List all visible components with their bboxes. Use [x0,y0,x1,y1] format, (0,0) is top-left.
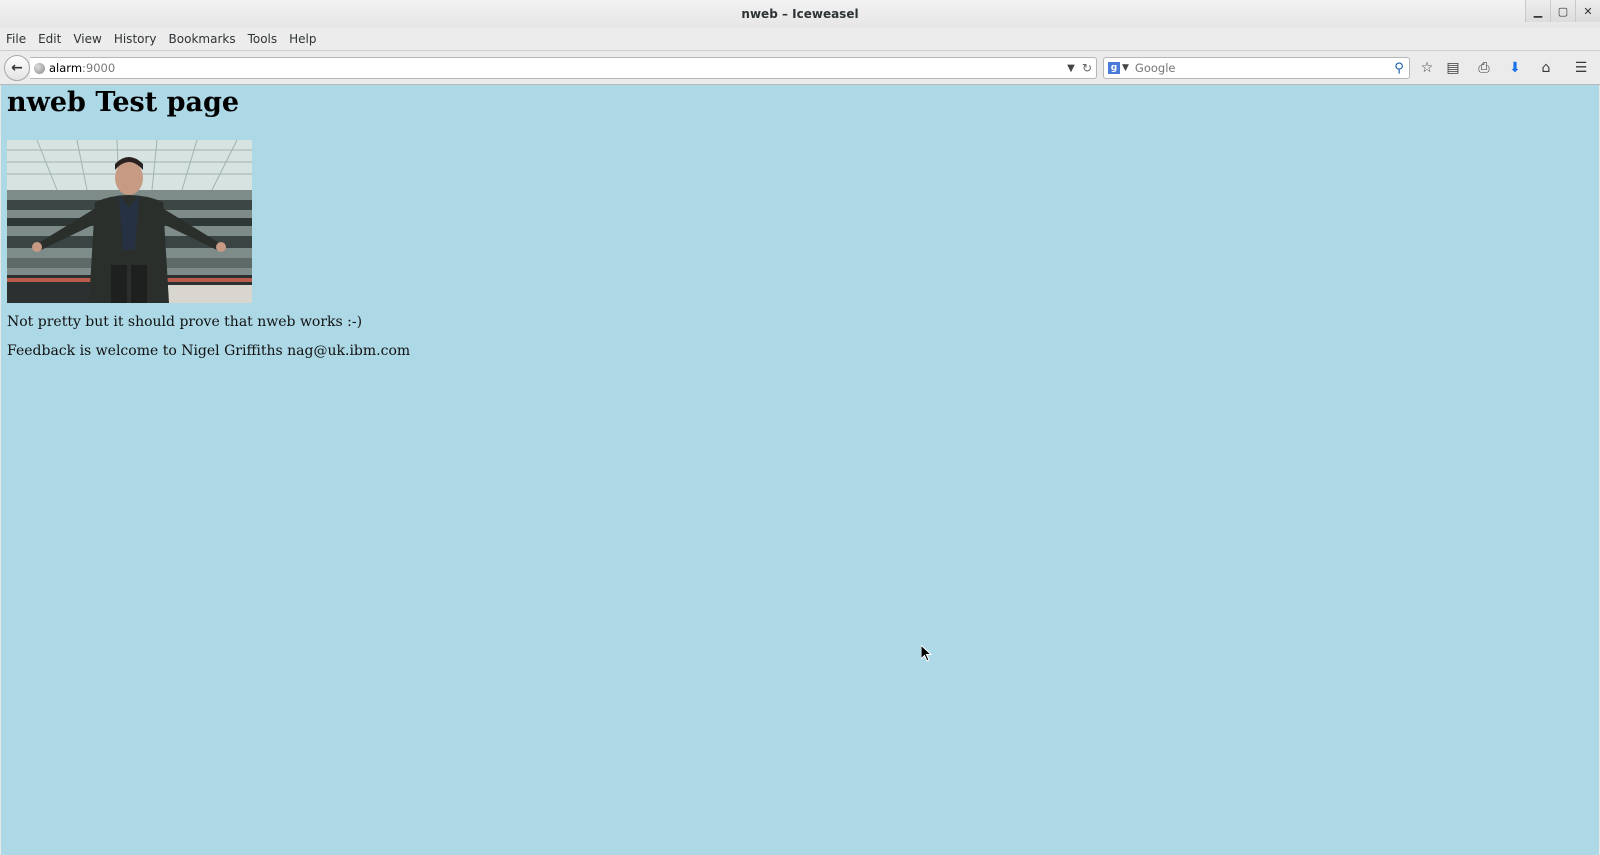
engine-dropdown-icon[interactable]: ▼ [1122,63,1129,73]
search-magnifier-icon[interactable]: ⚲ [1389,61,1409,76]
back-arrow-icon: ← [11,60,23,76]
window-controls: ▁ ▢ ✕ [1525,0,1600,26]
menu-file[interactable]: File [0,32,32,46]
url-port: :9000 [82,61,116,75]
download-icon[interactable]: ⬇ [1506,59,1524,77]
navigation-toolbar: ← alarm :9000 ▼ ↻ g ▼ ⚲ ☆ ▤ ⎙ ⬇ ⌂ ☰ [0,51,1600,85]
menu-tools[interactable]: Tools [242,32,284,46]
menu-help[interactable]: Help [283,32,322,46]
google-engine-icon[interactable]: g [1108,62,1120,74]
portrait-photo [7,140,252,303]
browser-window: nweb – Iceweasel ▁ ▢ ✕ File Edit View Hi… [0,0,1600,855]
menu-bar: File Edit View History Bookmarks Tools H… [0,28,1600,51]
back-button[interactable]: ← [4,55,30,81]
menu-hamburger-icon[interactable]: ☰ [1572,59,1590,77]
reading-list-icon[interactable]: ▤ [1444,59,1462,77]
menu-edit[interactable]: Edit [32,32,67,46]
url-bar[interactable]: alarm :9000 ▼ ↻ [30,57,1097,79]
page-content: nweb Test page Not pretty but it should … [1,85,1599,855]
maximize-button[interactable]: ▢ [1550,0,1575,22]
feedback-paragraph: Feedback is welcome to Nigel Griffiths n… [7,343,411,359]
menu-bookmarks[interactable]: Bookmarks [163,32,242,46]
reload-icon[interactable]: ↻ [1078,61,1096,75]
menu-history[interactable]: History [108,32,163,46]
title-bar: nweb – Iceweasel ▁ ▢ ✕ [0,0,1600,28]
search-input[interactable] [1128,61,1389,75]
window-title: nweb – Iceweasel [741,7,859,21]
history-dropdown-icon[interactable]: ▼ [1064,63,1078,74]
home-icon[interactable]: ⌂ [1537,59,1555,77]
site-identity-icon[interactable] [34,62,45,74]
page-heading: nweb Test page [7,87,240,118]
url-host: alarm [49,61,83,75]
close-button[interactable]: ✕ [1575,0,1600,22]
minimize-button[interactable]: ▁ [1525,0,1550,22]
print-icon[interactable]: ⎙ [1475,59,1493,77]
mouse-cursor-icon [921,645,933,662]
intro-paragraph: Not pretty but it should prove that nweb… [7,314,363,330]
menu-view[interactable]: View [67,32,107,46]
search-bar: g ▼ ⚲ [1103,57,1410,79]
bookmark-star-icon[interactable]: ☆ [1418,59,1436,77]
